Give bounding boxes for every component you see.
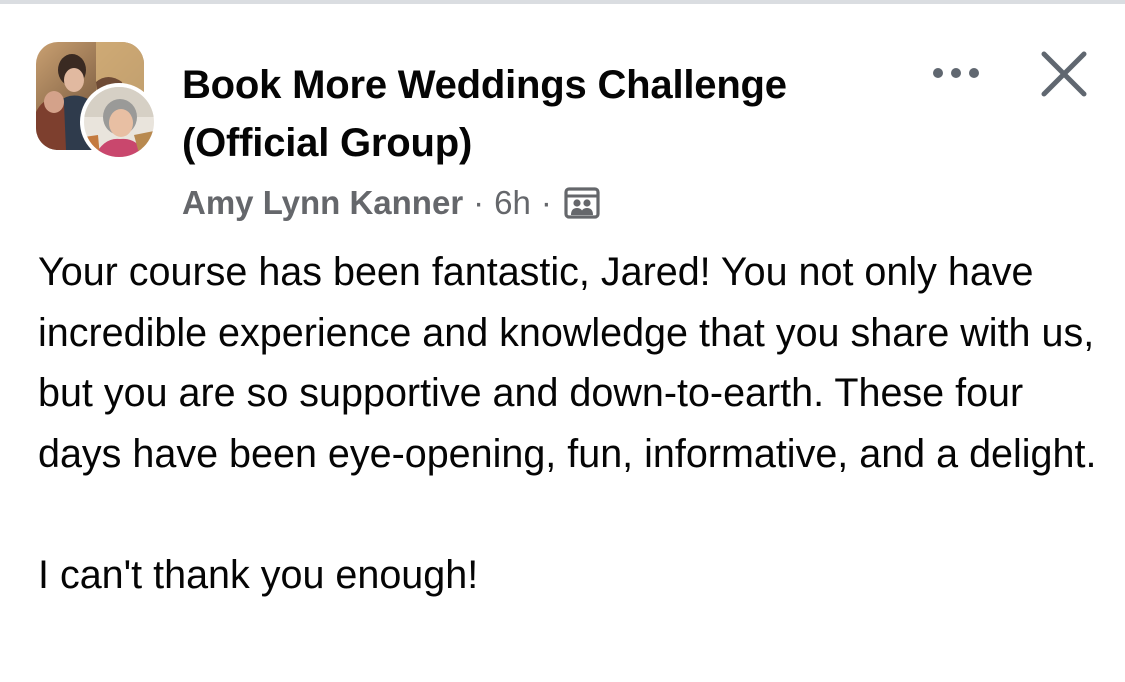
group-name[interactable]: Book More Weddings Challenge (Official G… [182,56,902,172]
close-icon [1041,51,1087,97]
meta-separator: · [540,184,552,221]
meta-separator: · [473,184,485,221]
group-members-icon [564,187,600,219]
more-options-button[interactable] [928,56,984,90]
post-meta: Amy Lynn Kanner · 6h · [182,180,600,226]
post-timestamp[interactable]: 6h [494,184,531,222]
post-body: Your course has been fantastic, Jared! Y… [38,250,1097,597]
top-divider [0,0,1125,4]
author-avatar[interactable] [80,83,158,161]
author-name[interactable]: Amy Lynn Kanner [182,184,463,222]
author-photo [84,87,154,157]
more-options-icon [933,68,979,78]
close-button[interactable] [1038,48,1090,100]
